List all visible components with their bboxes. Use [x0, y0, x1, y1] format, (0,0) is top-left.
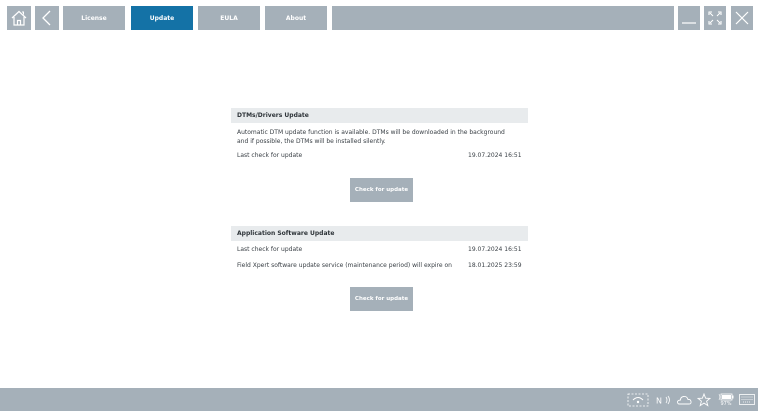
svg-text:N: N — [656, 396, 662, 405]
keyboard-icon[interactable] — [738, 391, 756, 408]
maximize-button[interactable] — [704, 6, 726, 30]
taskbar: N 97% — [0, 388, 758, 411]
dtm-description-line2: and if possible, the DTMs will be instal… — [237, 138, 386, 145]
app-section-header: Application Software Update — [231, 226, 528, 241]
maximize-icon — [708, 11, 722, 25]
app-last-check-value: 19.07.2024 16:51 — [468, 246, 522, 253]
toolbar-spacer — [332, 6, 674, 30]
home-icon — [11, 10, 27, 26]
chevron-left-icon — [42, 10, 51, 26]
top-toolbar: License Update EULA About — [0, 0, 758, 34]
dtm-description-line1: Automatic DTM update function is availab… — [237, 129, 505, 136]
close-button[interactable] — [731, 6, 753, 30]
dtm-last-check-value: 19.07.2024 16:51 — [468, 152, 522, 159]
tab-update[interactable]: Update — [131, 6, 193, 30]
back-button[interactable] — [35, 6, 59, 30]
home-button[interactable] — [7, 6, 31, 30]
dtm-last-check-row: Last check for update 19.07.2024 16:51 — [231, 149, 528, 163]
nfc-icon[interactable]: N — [654, 391, 672, 408]
app-last-check-row: Last check for update 19.07.2024 16:51 — [231, 243, 528, 257]
battery-icon — [718, 393, 734, 400]
minimize-icon — [682, 22, 696, 24]
close-icon — [735, 11, 749, 25]
app-check-update-button[interactable]: Check for update — [350, 287, 413, 311]
app-update-section: Application Software Update Last check f… — [231, 226, 528, 273]
tab-eula[interactable]: EULA — [198, 6, 260, 30]
tab-license[interactable]: License — [63, 6, 125, 30]
battery-indicator[interactable]: 97% — [716, 391, 736, 408]
dtm-update-section: DTMs/Drivers Update Automatic DTM update… — [231, 108, 528, 163]
app-last-check-label: Last check for update — [237, 246, 303, 253]
tab-about[interactable]: About — [265, 6, 327, 30]
app-maintenance-value: 18.01.2025 23:59 — [468, 262, 522, 269]
dtm-last-check-label: Last check for update — [237, 152, 303, 159]
cloud-icon[interactable] — [675, 391, 693, 408]
star-icon[interactable] — [695, 391, 713, 408]
dtm-section-header: DTMs/Drivers Update — [231, 108, 528, 123]
app-maintenance-row: Field Xpert software update service (mai… — [231, 259, 528, 273]
battery-percent: 97% — [720, 400, 732, 407]
dtm-check-update-button[interactable]: Check for update — [350, 178, 413, 202]
minimize-button[interactable] — [678, 6, 700, 30]
network-icon[interactable] — [626, 391, 650, 408]
app-maintenance-label: Field Xpert software update service (mai… — [237, 262, 452, 269]
